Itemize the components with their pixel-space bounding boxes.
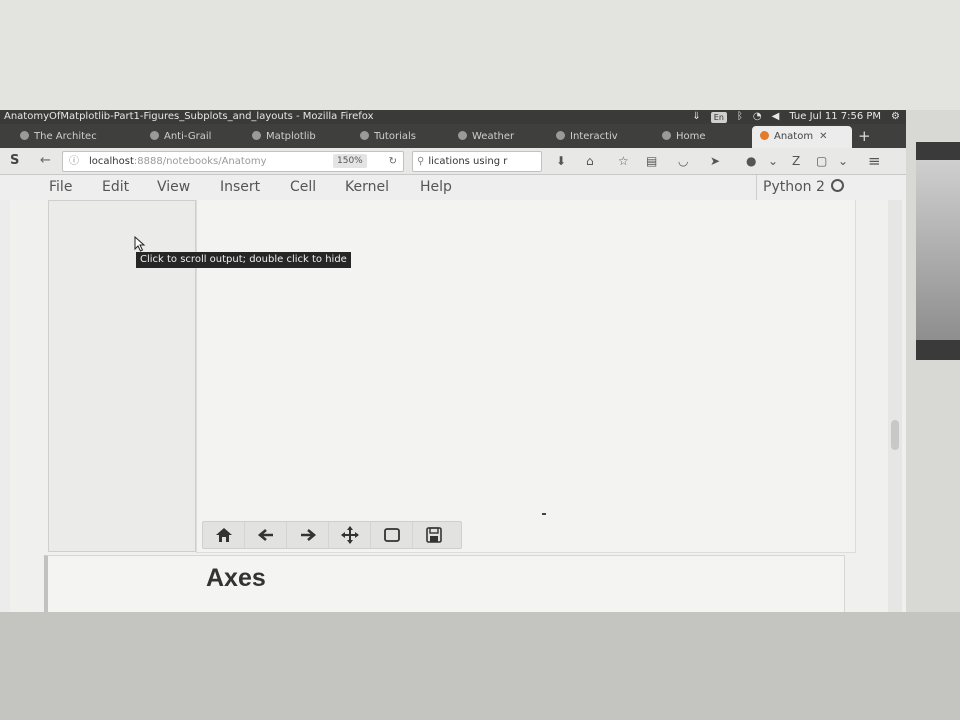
search-icon: ⚲ bbox=[417, 156, 425, 167]
system-tray: ⇓ En ᛒ ◔ ◀ Tue Jul 11 7:56 PM ⚙ bbox=[692, 110, 900, 124]
page-icon bbox=[662, 131, 671, 140]
zotero-icon[interactable]: Z bbox=[792, 153, 800, 169]
tab-anti-grail[interactable]: Anti-Grail bbox=[150, 126, 238, 148]
arrow-left-icon bbox=[257, 529, 273, 541]
tab-label: Interactiv bbox=[570, 131, 618, 142]
bookmark-star-icon[interactable]: ☆ bbox=[618, 153, 629, 169]
home-icon bbox=[215, 528, 232, 542]
tab-matplotlib[interactable]: Matplotlib bbox=[252, 126, 348, 148]
wifi-icon[interactable]: ◔ bbox=[753, 110, 762, 124]
kernel-name: Python 2 bbox=[763, 179, 825, 195]
overflow-icon[interactable]: ⌄ bbox=[838, 153, 848, 169]
title-bar: AnatomyOfMatplotlib-Part1-Figures_Subplo… bbox=[0, 110, 906, 124]
extension-icon[interactable]: ▢ bbox=[816, 153, 827, 169]
menu-insert[interactable]: Insert bbox=[220, 175, 260, 200]
output-tooltip: Click to scroll output; double click to … bbox=[136, 252, 351, 268]
download-arrow-icon[interactable]: ⬇ bbox=[556, 153, 566, 169]
tab-label: Anatom bbox=[774, 131, 814, 142]
page-icon bbox=[20, 131, 29, 140]
desktop-background-bottom bbox=[0, 612, 960, 720]
addon-icon[interactable]: ● bbox=[746, 153, 756, 169]
dropdown-icon[interactable]: ⌄ bbox=[768, 153, 778, 169]
volume-icon[interactable]: ◀ bbox=[772, 110, 780, 124]
jupyter-icon bbox=[760, 131, 769, 140]
tab-label: Tutorials bbox=[374, 131, 416, 142]
close-tab-icon[interactable]: ✕ bbox=[819, 131, 827, 142]
url-host: localhost bbox=[89, 156, 134, 167]
mouse-cursor-icon bbox=[134, 236, 146, 252]
zoom-rect-button[interactable] bbox=[371, 522, 413, 548]
tab-label: Matplotlib bbox=[266, 131, 316, 142]
menu-kernel[interactable]: Kernel bbox=[345, 175, 389, 200]
rectangle-icon bbox=[383, 528, 400, 542]
canvas-mark bbox=[542, 513, 546, 515]
back-button[interactable] bbox=[245, 522, 287, 548]
page-icon bbox=[150, 131, 159, 140]
markdown-cell[interactable]: Axes bbox=[44, 555, 845, 612]
tab-strip: The Architec Anti-Grail Matplotlib Tutor… bbox=[0, 124, 906, 148]
clock[interactable]: Tue Jul 11 7:56 PM bbox=[789, 110, 881, 124]
tab-weather[interactable]: Weather bbox=[458, 126, 546, 148]
zoom-level[interactable]: 150% bbox=[333, 154, 367, 168]
download-icon[interactable]: ⇓ bbox=[692, 110, 700, 124]
page-scrollbar[interactable] bbox=[888, 200, 902, 612]
tab-the-architect[interactable]: The Architec bbox=[20, 126, 128, 148]
tab-home[interactable]: Home bbox=[662, 126, 744, 148]
search-bar[interactable]: ⚲ lications using r bbox=[412, 151, 542, 172]
pocket-icon[interactable]: ◡ bbox=[678, 153, 688, 169]
menu-file[interactable]: File bbox=[49, 175, 72, 200]
home-button[interactable] bbox=[203, 522, 245, 548]
scrollbar-thumb[interactable] bbox=[891, 420, 899, 450]
background-slide bbox=[916, 142, 960, 360]
tab-label: Weather bbox=[472, 131, 515, 142]
info-icon[interactable]: ⓘ bbox=[69, 152, 79, 171]
floppy-icon bbox=[426, 527, 442, 543]
forward-button[interactable] bbox=[287, 522, 329, 548]
save-button[interactable] bbox=[413, 522, 455, 548]
tab-label: Anti-Grail bbox=[164, 131, 212, 142]
tab-tutorials[interactable]: Tutorials bbox=[360, 126, 450, 148]
new-tab-button[interactable]: + bbox=[858, 127, 871, 145]
menu-help[interactable]: Help bbox=[420, 175, 452, 200]
menu-edit[interactable]: Edit bbox=[102, 175, 129, 200]
window-title: AnatomyOfMatplotlib-Part1-Figures_Subplo… bbox=[4, 111, 374, 122]
move-icon bbox=[340, 526, 359, 544]
figure-toolbar bbox=[202, 521, 462, 549]
send-icon[interactable]: ➤ bbox=[710, 153, 720, 169]
hamburger-menu-icon[interactable]: ≡ bbox=[868, 153, 881, 169]
reload-icon[interactable]: ↻ bbox=[389, 152, 397, 171]
kernel-status[interactable]: Python 2 bbox=[756, 175, 844, 200]
url-port: :8888 bbox=[133, 156, 163, 167]
pan-button[interactable] bbox=[329, 522, 371, 548]
page-icon bbox=[360, 131, 369, 140]
page-icon bbox=[556, 131, 565, 140]
tab-interactive[interactable]: Interactiv bbox=[556, 126, 652, 148]
url-text: localhost:8888/notebooks/Anatomy bbox=[89, 152, 319, 171]
library-icon[interactable]: ▤ bbox=[646, 153, 657, 169]
page-icon bbox=[252, 131, 261, 140]
sidebar-icon[interactable]: S bbox=[10, 152, 19, 170]
arrow-right-icon bbox=[300, 529, 316, 541]
tab-label: Home bbox=[676, 131, 706, 142]
keyboard-layout-indicator[interactable]: En bbox=[710, 111, 727, 123]
back-arrow-icon[interactable]: ← bbox=[40, 152, 51, 170]
home-icon[interactable]: ⌂ bbox=[586, 153, 594, 169]
jupyter-menubar: File Edit View Insert Cell Kernel Help P… bbox=[0, 175, 906, 200]
menu-cell[interactable]: Cell bbox=[290, 175, 316, 200]
menu-view[interactable]: View bbox=[157, 175, 190, 200]
tab-anatomy-active[interactable]: Anatom ✕ bbox=[752, 126, 852, 148]
url-path: /notebooks/Anatomy bbox=[162, 156, 267, 167]
desktop-background-top bbox=[0, 0, 960, 110]
page-icon bbox=[458, 131, 467, 140]
bluetooth-icon[interactable]: ᛒ bbox=[737, 110, 743, 124]
markdown-heading: Axes bbox=[206, 564, 266, 592]
tab-label: The Architec bbox=[34, 131, 97, 142]
browser-window: AnatomyOfMatplotlib-Part1-Figures_Subplo… bbox=[0, 110, 906, 612]
search-text: lications using r bbox=[428, 156, 508, 167]
settings-icon[interactable]: ⚙ bbox=[891, 110, 900, 124]
navigation-bar: S ← ⓘ localhost:8888/notebooks/Anatomy 1… bbox=[0, 148, 906, 175]
url-bar[interactable]: ⓘ localhost:8888/notebooks/Anatomy 150% … bbox=[62, 151, 404, 172]
kernel-idle-icon bbox=[830, 179, 844, 192]
